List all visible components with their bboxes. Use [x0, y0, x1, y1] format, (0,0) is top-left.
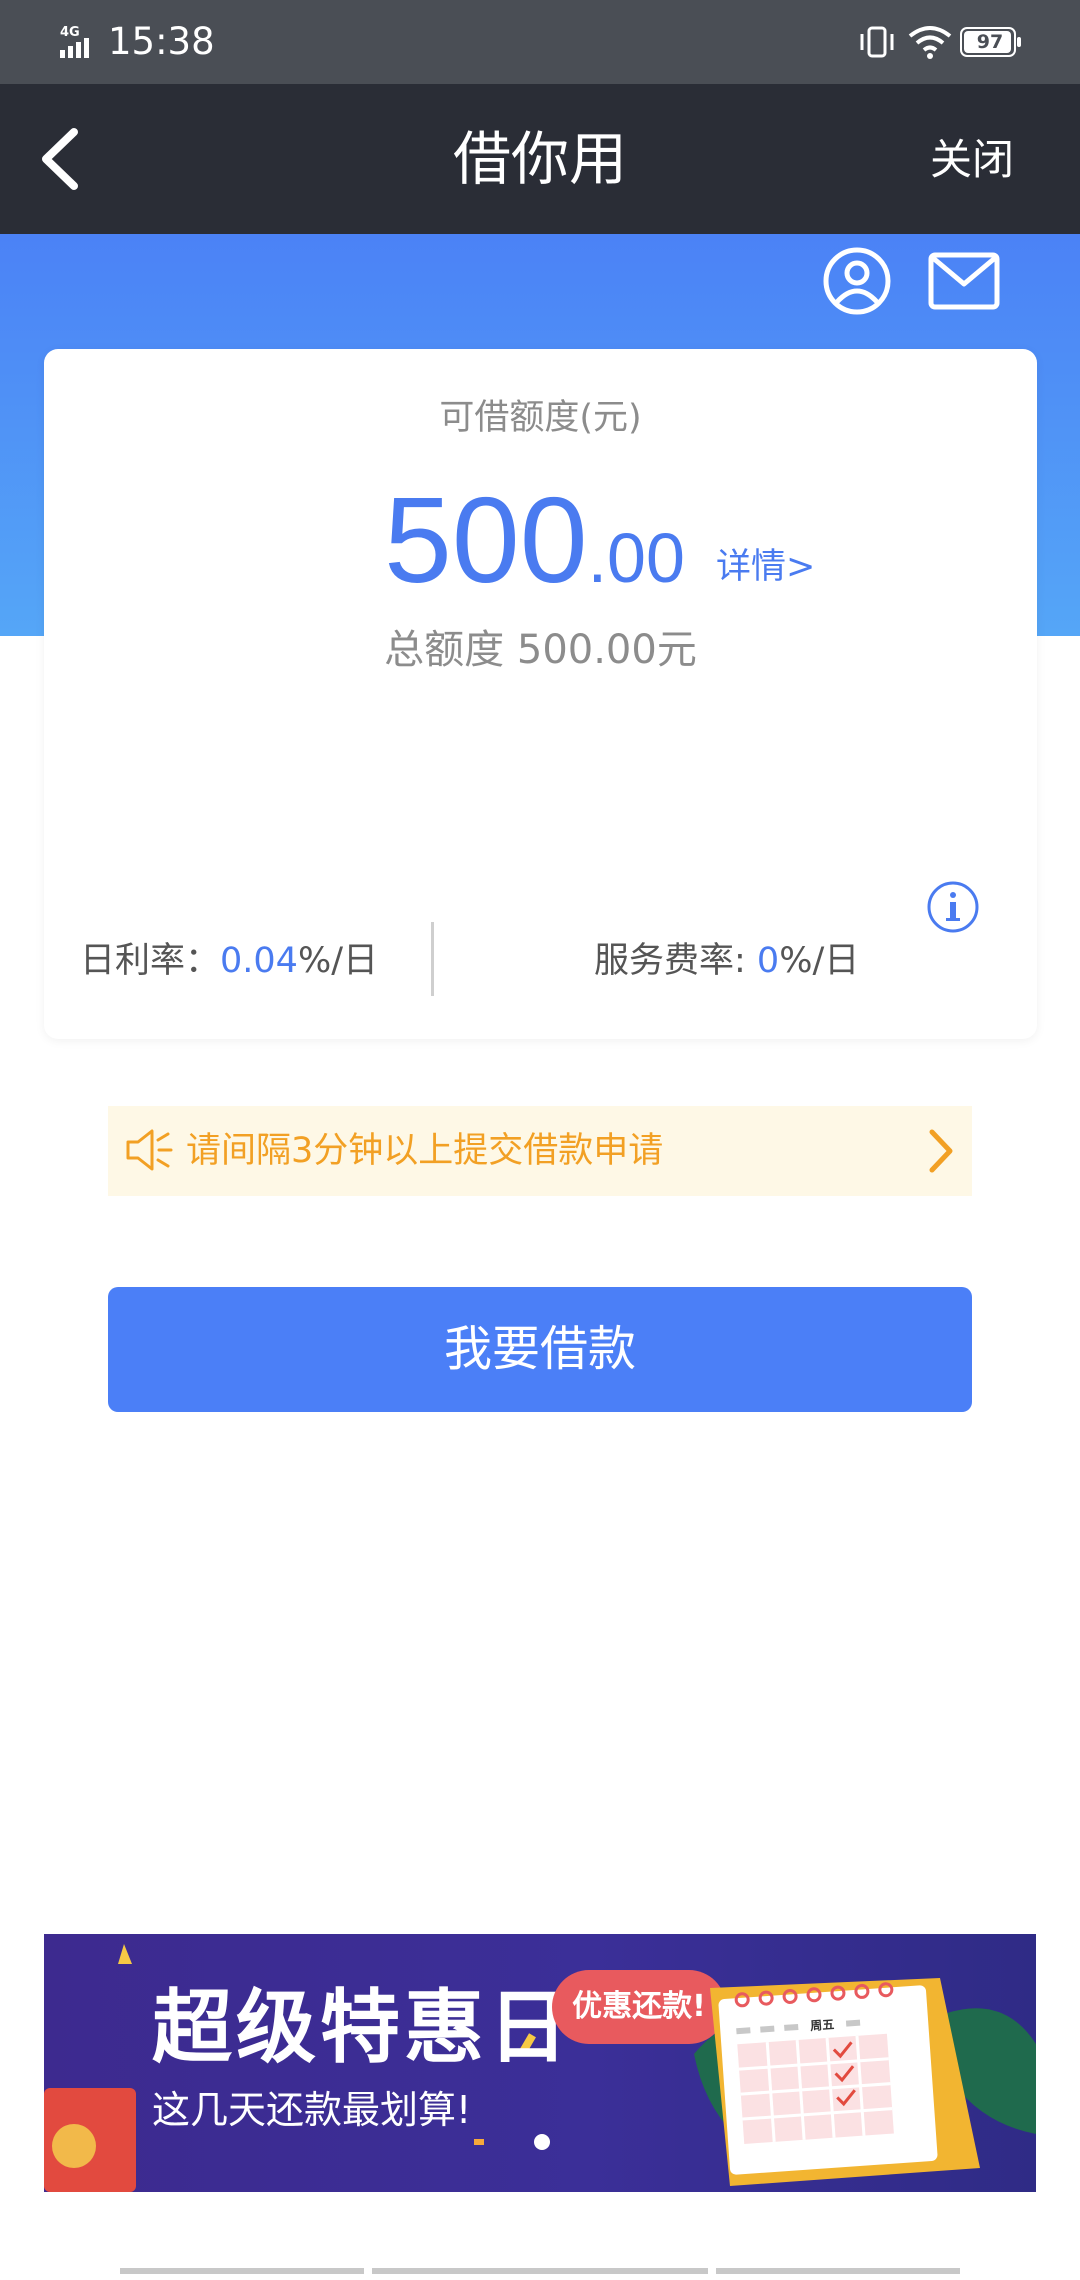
available-credit-label: 可借额度(元): [439, 398, 642, 438]
bottom-tab-indicator-2: [372, 2268, 708, 2274]
page-title: 借你用: [452, 125, 627, 193]
service-rate-label: 服务费率:: [594, 941, 757, 981]
battery-level: 97: [976, 31, 1004, 53]
bottom-tab-indicator-1: [120, 2268, 364, 2274]
info-icon[interactable]: [926, 880, 980, 934]
chevron-right-icon: [929, 1129, 953, 1173]
close-button[interactable]: 关闭: [930, 130, 1014, 190]
red-envelope-icon: [44, 2088, 136, 2192]
borrow-button-label: 我要借款: [443, 1321, 636, 1377]
vibrate-icon: [860, 26, 894, 58]
signal-4g-icon: 4G: [60, 25, 89, 58]
amount-integer: 500: [384, 472, 588, 608]
detail-link[interactable]: 详情>: [716, 541, 815, 593]
banner-title: 超级特惠日: [152, 1981, 572, 2074]
daily-rate-label: 日利率：: [80, 941, 221, 981]
service-rate: 服务费率: 0%/日: [594, 932, 859, 990]
daily-rate-value: 0.04: [220, 941, 298, 981]
back-arrow-icon[interactable]: [36, 124, 86, 194]
banner-subtitle: 这几天还款最划算!: [152, 2088, 472, 2132]
battery-icon: 97: [960, 26, 1022, 58]
mail-icon[interactable]: [928, 252, 1000, 310]
user-profile-icon[interactable]: [822, 246, 892, 316]
calendar-icon: 周五: [710, 1978, 980, 2186]
service-rate-unit: %/日: [779, 941, 860, 981]
service-rate-value: 0: [756, 941, 780, 981]
available-amount: 500.00: [384, 470, 685, 628]
calendar-day-label: 周五: [810, 2017, 835, 2033]
notice-text: 请间隔3分钟以上提交借款申请: [186, 1131, 664, 1171]
wifi-icon: [908, 26, 952, 59]
daily-rate-unit: %/日: [297, 941, 379, 981]
speaker-icon: [126, 1129, 173, 1171]
carousel-indicator[interactable]: [534, 2134, 550, 2150]
total-credit: 总额度 500.00元: [384, 627, 697, 673]
rate-divider: [431, 922, 434, 996]
borrow-button[interactable]: 我要借款: [108, 1287, 972, 1412]
bottom-tab-indicator-3: [716, 2268, 960, 2274]
daily-rate: 日利率：0.04%/日: [80, 932, 378, 990]
svg-text:4G: 4G: [60, 25, 80, 40]
amount-decimal: .00: [587, 519, 685, 597]
status-time: 15:38: [108, 20, 215, 63]
